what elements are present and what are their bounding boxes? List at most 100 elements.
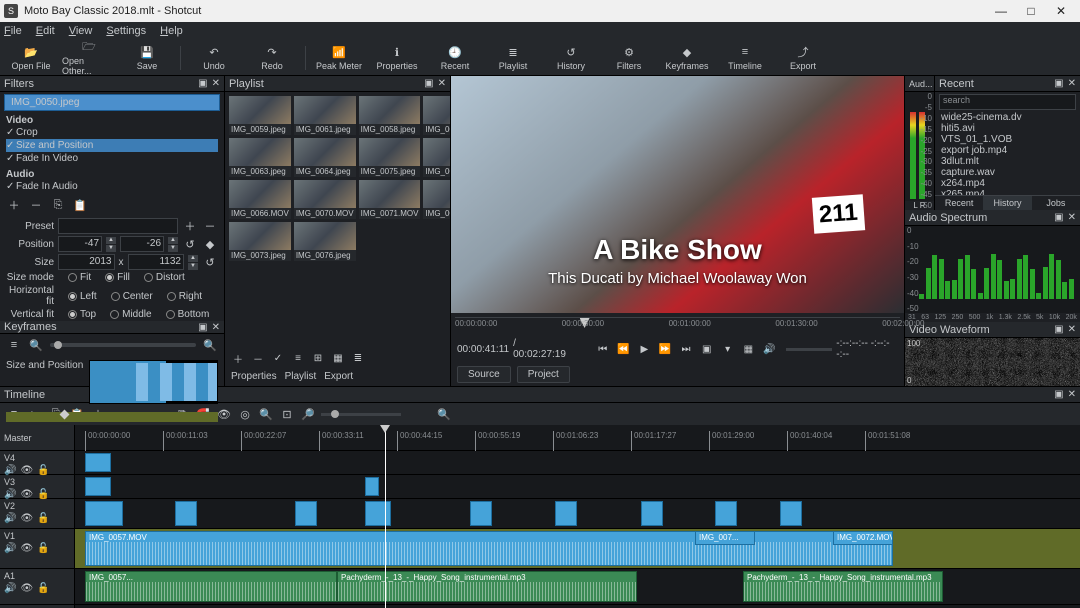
menubar[interactable]: FileEditViewSettingsHelp [0,22,1080,40]
float-icon[interactable]: ▣ [198,78,207,89]
keyframe-strip[interactable] [89,360,218,404]
recent-item[interactable]: capture.wav [939,167,1076,178]
preview-tab-source[interactable]: Source [457,366,511,383]
recent-item[interactable]: 3dlut.mlt [939,156,1076,167]
toolbar-recent[interactable]: 🕘Recent [428,44,482,71]
copy-filter-button[interactable]: ⎘ [50,197,66,213]
playlist-bottom-tabs[interactable]: PropertiesPlaylistExport [225,369,450,386]
menu-item-view[interactable]: View [69,25,93,37]
track-head-a1[interactable]: A1🔊👁🔓 [0,569,74,605]
toolbar-redo[interactable]: ↷Redo [245,44,299,71]
playlist-item[interactable]: IMG_0073.jpeg [229,222,291,261]
list-view-icon[interactable]: ≣ [350,350,366,366]
position-x-input[interactable]: -47 [58,236,102,252]
play-button[interactable]: ▶ [636,340,653,358]
clip[interactable] [555,501,577,526]
remove-button[interactable]: － [250,350,266,366]
clip[interactable] [85,453,111,472]
playlist-item[interactable]: IMG_0061.jpeg [294,96,356,135]
down-icon[interactable]: ▼ [106,245,116,252]
playlist-item[interactable]: IMG_0066.MOV [229,180,291,219]
add-filter-button[interactable]: ＋ [6,197,22,213]
clip[interactable] [780,501,802,526]
close-icon[interactable]: ✕ [1068,324,1076,335]
lock-icon[interactable]: 🔓 [37,543,49,554]
zoom-out-icon[interactable]: 🔍 [258,406,274,422]
filter-item[interactable]: Fade In Audio [6,180,218,193]
float-icon[interactable]: ▣ [198,322,207,333]
playlist-item[interactable]: IMG_0076.jpeg [294,222,356,261]
toolbar-export[interactable]: ⤴Export [776,44,830,71]
toolbar-keyframes[interactable]: ◆Keyframes [660,44,714,71]
audio-clip[interactable]: Pachyderm_-_13_-_Happy_Song_instrumental… [743,571,943,602]
vfit-top[interactable]: Top [68,309,96,320]
up-icon[interactable]: ▲ [168,237,178,244]
recent-item[interactable]: wide25-cinema.dv [939,112,1076,123]
track-a1[interactable]: IMG_0057... Pachyderm_-_13_-_Happy_Song_… [75,569,1080,605]
zoom-out-icon[interactable]: 🔍 [28,337,44,353]
eye-icon[interactable]: 👁 [20,513,33,524]
track-head-v2[interactable]: V2🔊👁🔓 [0,499,74,529]
up-icon[interactable]: ▲ [106,237,116,244]
preview-tab-project[interactable]: Project [517,366,570,383]
track-v2[interactable] [75,499,1080,529]
toolbar-timeline[interactable]: ≡Timeline [718,44,772,71]
down-icon[interactable]: ▼ [168,245,178,252]
loop-button[interactable]: ▣ [698,340,715,358]
playlist-item[interactable]: IMG_0072.MOV [423,180,450,219]
toolbar-properties[interactable]: ℹProperties [370,44,424,71]
toolbar-save[interactable]: 💾Save [120,44,174,71]
playlist-item[interactable]: IMG_0075.jpeg [359,138,421,177]
zoom-dropdown[interactable]: ▾ [719,340,736,358]
toolbar-open-other-[interactable]: 🗁Open Other... [62,39,116,76]
down-icon[interactable]: ▼ [188,263,198,270]
filter-item[interactable]: Fade In Video [6,152,218,165]
recent-item[interactable]: hiti5.avi [939,123,1076,134]
skip-start-button[interactable]: ⏮ [594,340,611,358]
hfit-left[interactable]: Left [68,291,97,302]
zoom-in-icon[interactable]: 🔎 [300,406,316,422]
close-icon[interactable]: ✕ [212,322,220,333]
vfit-bottom[interactable]: Bottom [166,309,210,320]
close-icon[interactable]: ✕ [1068,212,1076,223]
menu-item-help[interactable]: Help [160,25,183,37]
preset-select[interactable] [58,218,178,234]
filter-source-button[interactable]: IMG_0050.jpeg [4,94,220,111]
timecode-current[interactable]: 00:00:41:11 [457,344,509,355]
toolbar-open-file[interactable]: 📂Open File [4,44,58,71]
playlist-item[interactable]: IMG_0062.jpeg [423,96,450,135]
preview-scrub-bar[interactable]: 00:00:00:0000:00:30:0000:01:00:0000:01:3… [451,313,904,335]
filter-item[interactable]: Size and Position [6,139,218,152]
track-head-master[interactable]: Master [0,425,74,451]
preset-remove-button[interactable]: － [202,218,218,234]
remove-filter-button[interactable]: － [28,197,44,213]
zoom-in-icon[interactable]: 🔍 [202,337,218,353]
mute-icon[interactable]: 🔊 [4,543,16,554]
grid-overlay-button[interactable]: ▦ [740,340,757,358]
playlist-item[interactable]: IMG_0070.MOV [294,180,356,219]
zoom-fit-icon[interactable]: ⊡ [279,406,295,422]
filter-item[interactable]: Crop [6,126,218,139]
recent-tab-recent[interactable]: Recent [935,195,983,210]
sizemode-fit[interactable]: Fit [68,272,91,283]
float-icon[interactable]: ▣ [1054,78,1063,89]
fast-forward-button[interactable]: ⏩ [657,340,674,358]
playlist-item[interactable]: IMG_0071.MOV [359,180,421,219]
toolbar-history[interactable]: ↺History [544,44,598,71]
recent-item[interactable]: VTS_01_1.VOB [939,134,1076,145]
clip[interactable]: IMG_007... [695,531,755,545]
rewind-button[interactable]: ⏪ [615,340,632,358]
preview-viewport[interactable]: 211 A Bike Show This Ducati by Michael W… [451,76,904,313]
recent-tab-jobs[interactable]: Jobs [1032,195,1080,210]
minimize-button[interactable]: — [986,4,1016,18]
track-v3[interactable] [75,475,1080,499]
menu-item-edit[interactable]: Edit [36,25,55,37]
menu-item-file[interactable]: File [4,25,22,37]
clip[interactable] [365,501,391,526]
position-y-input[interactable]: -26 [120,236,164,252]
close-icon[interactable]: ✕ [1068,389,1076,400]
eye-icon[interactable]: 👁 [20,543,33,554]
track-v4[interactable] [75,451,1080,475]
maximize-button[interactable]: □ [1016,4,1046,18]
timeline-playhead[interactable] [385,425,386,608]
